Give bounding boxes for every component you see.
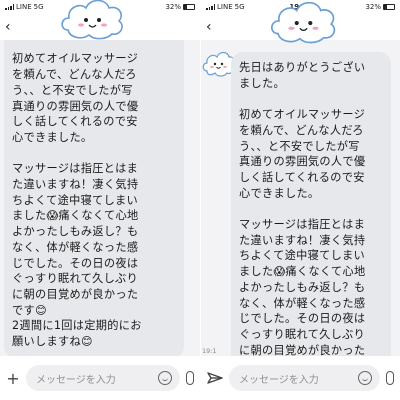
message-line: よかったしもみ返し？も xyxy=(239,280,366,294)
message-line: を頼んで、どんな人だろ xyxy=(12,68,137,82)
message-line: 初めてオイルマッサージ xyxy=(12,52,139,66)
carrier-label: LINE xyxy=(16,3,32,11)
message-line: なく、体が軽くなった感 xyxy=(12,240,139,254)
message-line: じでした。その日の夜は xyxy=(239,312,366,326)
message-line xyxy=(12,146,176,162)
message-input-placeholder: メッセージを入力 xyxy=(239,374,319,386)
message-area[interactable]: ました。 初めてオイルマッサージを頼んで、どんな人だろう、、と不安でしたが写真通… xyxy=(0,40,200,356)
message-line: ぐっすり眠れて久しぶり xyxy=(239,327,366,341)
message-line xyxy=(239,91,383,107)
message-line: なく、体が軽くなった感 xyxy=(239,296,366,310)
message-line: 初めてオイルマッサージ xyxy=(239,108,366,122)
message-line: よかったしもみ返し？も xyxy=(12,225,139,239)
chat-screen-left: LINE 5G 32% ‹ ました。 初めてオイルマッサージを頼んで、どんな人だ… xyxy=(0,0,200,400)
message-line: 願いしますね😊 xyxy=(12,335,93,349)
message-line: ちよくて途中寝てしまい xyxy=(12,193,139,207)
mic-icon[interactable] xyxy=(186,371,194,385)
emoji-icon[interactable] xyxy=(358,371,372,385)
message-line: じでした。その日の夜は xyxy=(12,256,139,270)
network-label: 5G xyxy=(33,3,44,11)
battery-icon xyxy=(183,4,195,10)
message-line: マッサージは指圧とはま xyxy=(12,162,139,176)
send-arrow-icon[interactable] xyxy=(207,371,223,385)
message-text: ました。 初めてオイルマッサージを頼んで、どんな人だろう、、と不安でしたが写真通… xyxy=(12,40,176,350)
mic-icon[interactable] xyxy=(386,371,394,385)
message-line: しく話してくれるので安 xyxy=(239,170,365,184)
cloud-face-sticker xyxy=(270,1,336,44)
cloud-face-avatar xyxy=(202,51,235,77)
message-line: う、、と不安でしたが写 xyxy=(12,83,133,97)
back-chevron-icon[interactable]: ‹ xyxy=(5,20,11,34)
message-line: 真通りの雰囲気の人で優 xyxy=(239,155,366,169)
message-line: 心できました。 xyxy=(12,130,93,144)
message-line: ました😱痛くなくて心地 xyxy=(12,209,139,223)
signal-icon xyxy=(5,4,14,10)
plus-icon[interactable]: + xyxy=(6,369,20,388)
cloud-face-sticker xyxy=(61,0,123,40)
message-line: です😊 xyxy=(12,303,47,317)
message-input[interactable]: メッセージを入力 xyxy=(229,365,380,391)
emoji-icon[interactable] xyxy=(158,371,172,385)
back-chevron-icon[interactable]: ‹ xyxy=(206,20,212,34)
message-line: た違いますね！凄く気持 xyxy=(239,233,366,247)
message-line: 2週間に1回は定期的にお xyxy=(12,319,142,333)
message-line: う、、と不安でしたが写 xyxy=(239,139,360,153)
message-timestamp: 19:1 xyxy=(202,347,217,355)
message-area[interactable]: 先日はありがとうござい ました。 初めてオイルマッサージ を頼んで、どんな人だろ う、… xyxy=(201,40,400,356)
battery-icon xyxy=(383,4,395,10)
message-line: た違いますね！凄く気持 xyxy=(12,178,139,192)
message-line: を頼んで、どんな人だろ xyxy=(239,123,364,137)
message-line: ちよくて途中寝てしまい xyxy=(239,249,366,263)
message-line: マッサージは指圧とはま xyxy=(239,218,366,232)
message-line: に朝の目覚めが良かった xyxy=(239,343,366,356)
message-line: 心できました。 xyxy=(239,186,320,200)
message-text: 先日はありがとうござい ました。 初めてオイルマッサージ を頼んで、どんな人だろ う、… xyxy=(239,60,383,356)
chat-screen-right: LINE 5G 19:16 32% ‹ 先日はありがとうございました。 初めてオ… xyxy=(200,0,400,400)
message-line: に朝の目覚めが良かった xyxy=(12,287,139,301)
message-line: 真通りの雰囲気の人で優 xyxy=(12,99,139,113)
message-input[interactable]: メッセージを入力 xyxy=(26,365,180,391)
input-bar: + メッセージを入力 xyxy=(0,356,200,400)
message-line: ました😱痛くなくて心地 xyxy=(239,265,366,279)
message-line: 先日はありがとうござい xyxy=(239,61,366,74)
message-bubble: ました。 初めてオイルマッサージを頼んで、どんな人だろう、、と不安でしたが写真通… xyxy=(4,40,184,356)
input-bar: メッセージを入力 xyxy=(201,356,400,400)
message-line: しく話してくれるので安 xyxy=(12,115,138,129)
message-line: ました。 xyxy=(239,76,285,90)
message-line xyxy=(239,201,383,217)
message-input-placeholder: メッセージを入力 xyxy=(36,374,116,386)
battery-percent: 32% xyxy=(165,3,181,11)
message-bubble: 先日はありがとうござい ました。 初めてオイルマッサージ を頼んで、どんな人だろ う、… xyxy=(231,52,391,356)
message-line: ぐっすり眠れて久しぶり xyxy=(12,272,139,286)
